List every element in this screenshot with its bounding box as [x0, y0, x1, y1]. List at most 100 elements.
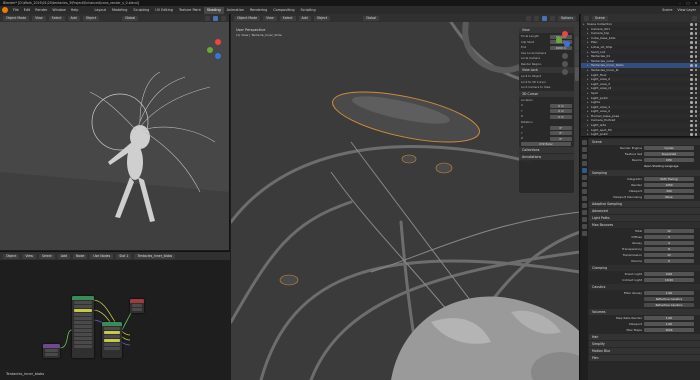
main-object-menu[interactable]: Object — [313, 15, 331, 21]
menu-window[interactable]: Window — [52, 8, 65, 12]
np-ry-field[interactable]: 0° — [550, 131, 572, 136]
left-orientation-dropdown[interactable]: Global — [122, 15, 139, 21]
bounces-transparency-field[interactable]: 8 — [644, 246, 694, 252]
bounces-transmission-field[interactable]: 12 — [644, 252, 694, 258]
left-overlay-icon[interactable] — [205, 15, 210, 21]
direct-light-field[interactable]: 0.00 — [644, 271, 694, 277]
np-rz-field[interactable]: 0° — [550, 136, 572, 141]
film-header[interactable]: Film — [589, 355, 700, 361]
tab-layout[interactable]: Layout — [91, 7, 109, 14]
modifier-tab-icon[interactable] — [582, 189, 587, 194]
left-add-menu[interactable]: Add — [67, 15, 80, 21]
main-solid-shading-icon[interactable] — [541, 15, 547, 21]
shader-node-editor[interactable]: Object View Select Add Node Use Nodes Sl… — [0, 251, 230, 380]
main-options-dropdown[interactable]: Options — [557, 15, 576, 21]
menu-help[interactable]: Help — [71, 8, 79, 12]
node-node-menu[interactable]: Node — [72, 253, 88, 259]
object-tab-icon[interactable] — [582, 182, 587, 187]
physics-tab-icon[interactable] — [582, 203, 587, 208]
tab-texture-paint[interactable]: Texture Paint — [176, 7, 204, 14]
tool-tab-icon[interactable] — [582, 140, 587, 145]
scene-tab-icon[interactable] — [582, 168, 587, 173]
np-lock-camera[interactable]: Lock Camera to View — [521, 85, 550, 91]
np-tab-view[interactable] — [575, 67, 579, 81]
left-object-menu[interactable]: Object — [82, 15, 100, 21]
visibility-eye-icon[interactable] — [690, 68, 700, 72]
outliner-row[interactable]: ▸ Light_point — [581, 132, 700, 136]
tab-shading[interactable]: Shading — [203, 6, 224, 14]
material-slot-dropdown[interactable]: Slot 1 — [116, 253, 132, 259]
left-material-icon[interactable] — [221, 15, 226, 21]
node-add-menu[interactable]: Add — [57, 253, 70, 259]
np-annotations-header[interactable]: Annotations — [519, 154, 574, 160]
visibility-eye-icon[interactable] — [690, 91, 700, 95]
np-rotation-mode[interactable]: XYZ Euler — [521, 142, 571, 147]
tab-scripting[interactable]: Scripting — [298, 7, 319, 14]
left-select-menu[interactable]: Select — [48, 15, 65, 21]
visibility-eye-icon[interactable] — [690, 78, 700, 81]
texture-tab-icon[interactable] — [582, 231, 587, 236]
visibility-eye-icon[interactable] — [690, 32, 700, 35]
render-samples-field[interactable]: 1250 — [644, 182, 694, 188]
bounces-glossy-field[interactable]: 4 — [644, 240, 694, 246]
motion-blur-header[interactable]: Motion Blur — [589, 348, 700, 354]
left-view-menu[interactable]: View — [32, 15, 46, 21]
step-viewport-field[interactable]: 1.00 — [644, 321, 694, 327]
texture-coord-node[interactable] — [43, 344, 60, 358]
main-nav-gizmo[interactable] — [555, 26, 575, 87]
visibility-eye-icon[interactable] — [690, 46, 700, 49]
main-view-menu[interactable]: View — [263, 15, 277, 21]
tab-rendering[interactable]: Rendering — [247, 7, 270, 14]
node-mode-dropdown[interactable]: Object — [3, 253, 20, 259]
outliner-panel[interactable]: Scene ▸ Scene Collection ▸ Camera_001 ▸ Camer… — [581, 14, 700, 137]
visibility-eye-icon[interactable] — [690, 23, 700, 26]
feature-set-dropdown[interactable]: Supported — [644, 151, 694, 157]
indirect-light-field[interactable]: 10.00 — [644, 277, 694, 283]
light-paths-header[interactable]: Light Paths — [589, 215, 700, 221]
max-steps-field[interactable]: 1024 — [644, 327, 694, 333]
properties-panel[interactable]: Scene Render Engine Cycles Feature Set Sup… — [581, 138, 700, 380]
bounces-diffuse-field[interactable]: 4 — [644, 234, 694, 240]
np-z-field[interactable]: 0 m — [550, 114, 572, 119]
view-layer-tab-icon[interactable] — [582, 161, 587, 166]
visibility-eye-icon[interactable] — [690, 82, 700, 86]
bounces-total-field[interactable]: 12 — [644, 228, 694, 234]
np-tab-item[interactable] — [575, 37, 579, 51]
np-x-field[interactable]: 0 m — [550, 103, 572, 108]
reflective-caustics-checkbox[interactable]: Reflective Caustics — [644, 296, 694, 302]
np-rx-field[interactable]: 0° — [550, 125, 572, 130]
main-select-menu[interactable]: Select — [279, 15, 296, 21]
outliner-display-mode-icon[interactable] — [584, 15, 589, 21]
tab-animation[interactable]: Animation — [224, 7, 247, 14]
step-rate-render-field[interactable]: 1.00 — [644, 315, 694, 321]
tab-modeling[interactable]: Modeling — [109, 7, 130, 14]
view-layer-selector[interactable]: View Layer — [677, 8, 696, 12]
integrator-dropdown[interactable]: Path Tracing — [644, 176, 694, 182]
main-visibility-icon[interactable] — [525, 15, 531, 21]
adaptive-sampling-header[interactable]: Adaptive Sampling — [589, 201, 700, 207]
constraints-tab-icon[interactable] — [582, 210, 587, 215]
visibility-eye-icon[interactable] — [690, 105, 700, 109]
left-mode-dropdown[interactable]: Object Mode — [3, 15, 30, 21]
visibility-eye-icon[interactable] — [690, 101, 700, 104]
np-tab-tool[interactable] — [575, 52, 579, 66]
tab-uv-editing[interactable]: UV Editing — [152, 7, 176, 14]
scene-selector[interactable]: Scene — [662, 8, 672, 12]
np-y-field[interactable]: 0 m — [550, 109, 572, 114]
data-tab-icon[interactable] — [582, 217, 587, 222]
menu-edit[interactable]: Edit — [24, 8, 31, 12]
refractive-caustics-checkbox[interactable]: Refractive Caustics — [644, 302, 694, 308]
main-rendered-shading-icon[interactable] — [549, 15, 555, 21]
filter-glossy-field[interactable]: 1.00 — [644, 290, 694, 296]
visibility-eye-icon[interactable] — [690, 124, 700, 127]
principled-bsdf-node[interactable] — [72, 296, 94, 358]
visibility-eye-icon[interactable] — [690, 133, 700, 136]
visibility-eye-icon[interactable] — [690, 55, 700, 58]
main-add-menu[interactable]: Add — [298, 15, 311, 21]
visibility-eye-icon[interactable] — [690, 73, 700, 77]
visibility-eye-icon[interactable] — [690, 128, 700, 132]
device-dropdown[interactable]: CPU — [644, 157, 694, 163]
node-select-menu[interactable]: Select — [38, 253, 55, 259]
mix-shader-node[interactable] — [102, 322, 122, 358]
visibility-eye-icon[interactable] — [690, 27, 700, 31]
